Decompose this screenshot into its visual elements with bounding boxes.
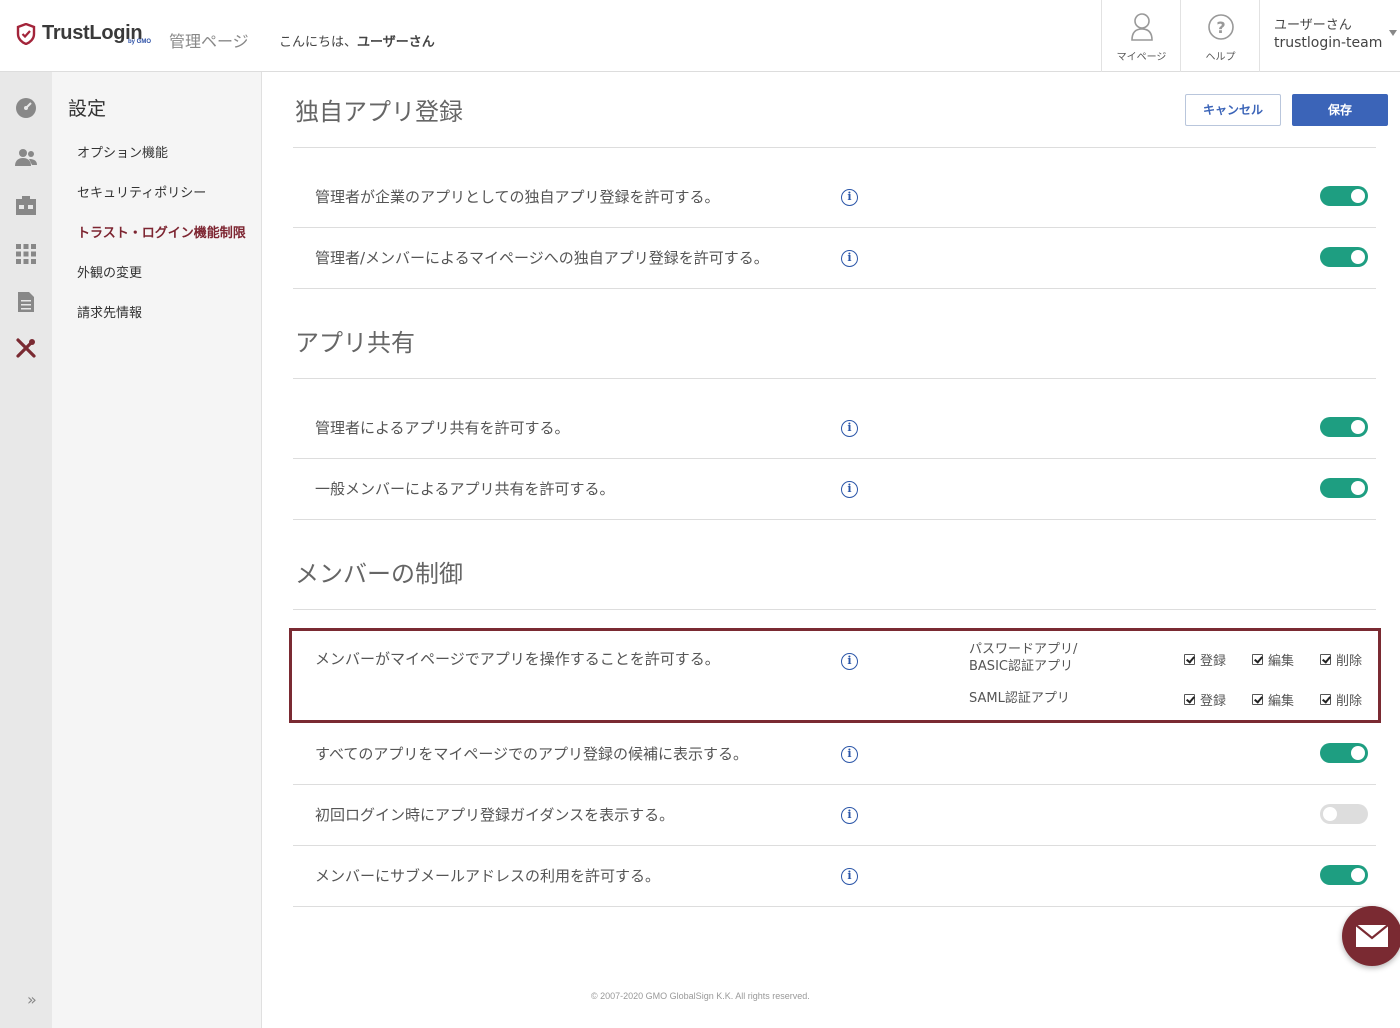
users-icon[interactable] bbox=[14, 146, 38, 170]
section-title-member-control: メンバーの制御 bbox=[295, 560, 463, 588]
toggle-switch[interactable] bbox=[1320, 865, 1368, 885]
trustlogin-logo[interactable]: TrustLogin bbox=[16, 22, 143, 45]
help-button[interactable]: ? ヘルプ bbox=[1180, 0, 1260, 72]
section-title-custom-app: 独自アプリ登録 bbox=[295, 98, 463, 126]
divider bbox=[293, 378, 1376, 379]
checkbox-delete[interactable]: 削除 bbox=[1320, 690, 1362, 709]
greeting-user: ユーザーさん bbox=[357, 35, 435, 50]
menu-item-options[interactable]: オプション機能 bbox=[77, 144, 246, 184]
perm-group-label: SAML認証アプリ bbox=[969, 691, 1070, 706]
checkbox-register[interactable]: 登録 bbox=[1184, 690, 1226, 709]
setting-label: メンバーにサブメールアドレスの利用を許可する。 bbox=[315, 867, 661, 885]
checkbox-mark-icon bbox=[1184, 654, 1195, 665]
dashboard-icon[interactable] bbox=[14, 96, 38, 120]
menu-item-feature-restrictions[interactable]: トラスト・ログイン機能制限 bbox=[77, 224, 246, 264]
setting-label: 管理者/メンバーによるマイページへの独自アプリ登録を許可する。 bbox=[315, 249, 769, 267]
checkbox-label: 登録 bbox=[1200, 694, 1227, 709]
user-icon bbox=[1130, 13, 1153, 41]
divider bbox=[293, 288, 1376, 289]
info-icon[interactable]: i bbox=[841, 189, 858, 206]
cancel-button[interactable]: キャンセル bbox=[1185, 94, 1281, 126]
checkbox-label: 登録 bbox=[1200, 654, 1227, 669]
team-name: trustlogin-team bbox=[1274, 35, 1383, 51]
toggle-switch[interactable] bbox=[1320, 743, 1368, 763]
checkbox-mark-icon bbox=[1252, 654, 1263, 665]
settings-title: 設定 bbox=[68, 98, 107, 120]
tools-icon[interactable] bbox=[14, 336, 38, 360]
icon-rail: » bbox=[0, 72, 52, 1028]
toggle-switch[interactable] bbox=[1320, 417, 1368, 437]
mail-contact-button[interactable] bbox=[1342, 906, 1400, 966]
info-icon[interactable]: i bbox=[841, 807, 858, 824]
checkbox-label: 編集 bbox=[1268, 654, 1295, 669]
info-icon[interactable]: i bbox=[841, 868, 858, 885]
checkbox-mark-icon bbox=[1320, 654, 1331, 665]
document-icon[interactable] bbox=[14, 290, 38, 314]
divider bbox=[293, 519, 1376, 520]
perm-group-label: パスワードアプリ/BASIC認証アプリ bbox=[969, 641, 1077, 675]
setting-label: 一般メンバーによるアプリ共有を許可する。 bbox=[315, 480, 615, 498]
copyright-footer: © 2007-2020 GMO GlobalSign K.K. All righ… bbox=[591, 991, 810, 1001]
settings-menu: 設定 オプション機能 セキュリティポリシー トラスト・ログイン機能制限 外観の変… bbox=[52, 72, 262, 1028]
save-button[interactable]: 保存 bbox=[1292, 94, 1388, 126]
checkbox-mark-icon bbox=[1252, 694, 1263, 705]
divider bbox=[293, 458, 1376, 459]
checkbox-mark-icon bbox=[1320, 694, 1331, 705]
toggle-switch[interactable] bbox=[1320, 804, 1368, 824]
checkbox-delete[interactable]: 削除 bbox=[1320, 650, 1362, 669]
divider bbox=[293, 784, 1376, 785]
user-menu[interactable]: ユーザーさん trustlogin-team bbox=[1259, 0, 1400, 72]
setting-label: 管理者によるアプリ共有を許可する。 bbox=[315, 419, 570, 437]
menu-item-security-policy[interactable]: セキュリティポリシー bbox=[77, 184, 246, 224]
checkbox-register[interactable]: 登録 bbox=[1184, 650, 1226, 669]
help-label: ヘルプ bbox=[1205, 52, 1236, 63]
mypage-label: マイページ bbox=[1116, 52, 1167, 63]
toggle-switch[interactable] bbox=[1320, 247, 1368, 267]
perm-group-label-line2: BASIC認証アプリ bbox=[969, 659, 1073, 674]
info-icon[interactable]: i bbox=[841, 481, 858, 498]
greeting: こんにちは、ユーザーさん bbox=[279, 31, 435, 50]
chevron-down-icon bbox=[1389, 30, 1397, 36]
question-icon: ? bbox=[1207, 14, 1234, 40]
setting-label: 初回ログイン時にアプリ登録ガイダンスを表示する。 bbox=[315, 806, 675, 824]
checkbox-label: 削除 bbox=[1336, 694, 1363, 709]
checkbox-edit[interactable]: 編集 bbox=[1252, 650, 1294, 669]
toggle-switch[interactable] bbox=[1320, 186, 1368, 206]
settings-menu-list: オプション機能 セキュリティポリシー トラスト・ログイン機能制限 外観の変更 請… bbox=[77, 144, 246, 344]
info-icon[interactable]: i bbox=[841, 250, 858, 267]
info-icon[interactable]: i bbox=[841, 746, 858, 763]
greeting-prefix: こんにちは、 bbox=[279, 35, 358, 50]
organization-icon[interactable] bbox=[14, 194, 38, 218]
section-title-app-share: アプリ共有 bbox=[295, 329, 415, 357]
shield-logo-icon bbox=[16, 22, 36, 45]
setting-label: 管理者が企業のアプリとしての独自アプリ登録を許可する。 bbox=[315, 188, 720, 206]
svg-text:?: ? bbox=[1216, 18, 1225, 37]
mail-icon bbox=[1355, 924, 1389, 947]
menu-item-billing[interactable]: 請求先情報 bbox=[77, 304, 246, 344]
mypage-button[interactable]: マイページ bbox=[1101, 0, 1181, 72]
logo-sub: by GMO bbox=[128, 39, 152, 45]
toggle-switch[interactable] bbox=[1320, 478, 1368, 498]
expand-sidebar-icon[interactable]: » bbox=[27, 990, 37, 1009]
checkbox-mark-icon bbox=[1184, 694, 1195, 705]
perm-group-label-line1: パスワードアプリ/ bbox=[969, 642, 1078, 657]
top-header: TrustLogin by GMO 管理ページ こんにちは、ユーザーさん マイペ… bbox=[0, 0, 1400, 72]
setting-label: メンバーがマイページでアプリを操作することを許可する。 bbox=[315, 650, 720, 668]
divider bbox=[293, 609, 1376, 610]
info-icon[interactable]: i bbox=[841, 420, 858, 437]
checkbox-label: 編集 bbox=[1268, 694, 1295, 709]
main-content: キャンセル 保存 独自アプリ登録 管理者が企業のアプリとしての独自アプリ登録を許… bbox=[262, 72, 1400, 1028]
info-icon[interactable]: i bbox=[841, 653, 858, 670]
apps-grid-icon[interactable] bbox=[14, 242, 38, 266]
divider bbox=[293, 845, 1376, 846]
user-name: ユーザーさん bbox=[1274, 18, 1352, 33]
divider bbox=[293, 906, 1376, 907]
checkbox-edit[interactable]: 編集 bbox=[1252, 690, 1294, 709]
menu-item-appearance[interactable]: 外観の変更 bbox=[77, 264, 246, 304]
divider bbox=[293, 147, 1376, 148]
checkbox-label: 削除 bbox=[1336, 654, 1363, 669]
admin-page-label: 管理ページ bbox=[169, 32, 249, 51]
setting-label: すべてのアプリをマイページでのアプリ登録の候補に表示する。 bbox=[315, 745, 749, 763]
divider bbox=[293, 227, 1376, 228]
